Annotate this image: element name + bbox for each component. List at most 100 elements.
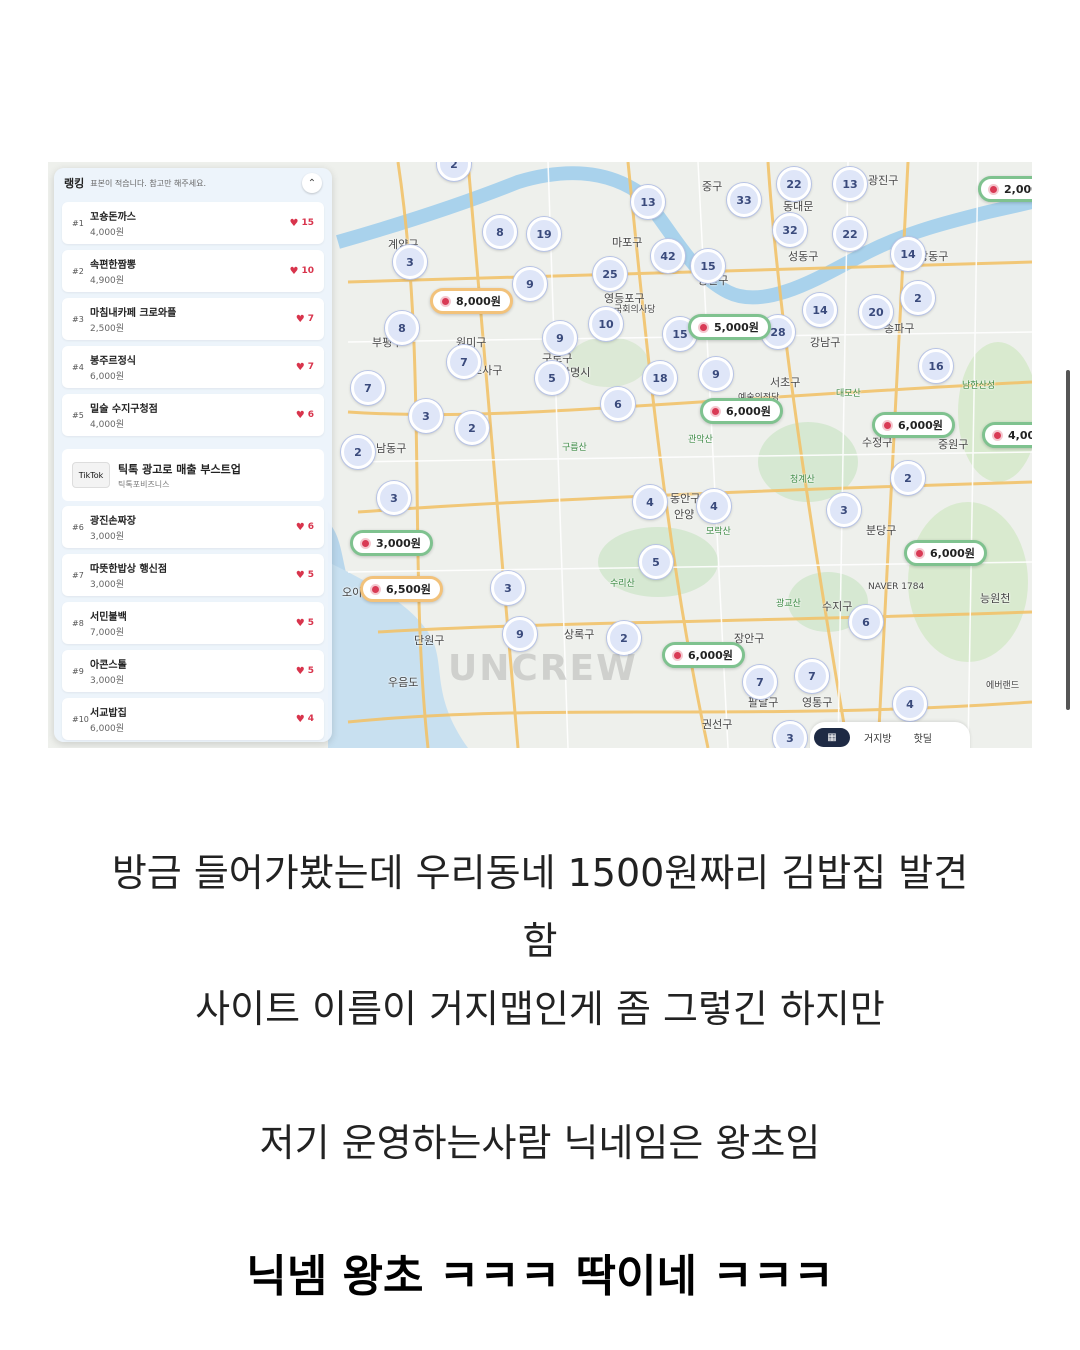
tab-hotdeal[interactable]: 핫딜 — [906, 726, 940, 749]
price-marker-label: 3,000원 — [376, 537, 421, 550]
map-cluster[interactable]: 3 — [409, 399, 443, 433]
price-marker[interactable]: 6,000원 — [904, 540, 987, 566]
heart-icon: ♥ — [295, 713, 305, 725]
restaurant-price: 6,000원 — [90, 372, 125, 382]
map-cluster[interactable]: 5 — [639, 545, 673, 579]
ranking-item[interactable]: #10 서교밥집 6,000원 ♥ 4 — [62, 698, 324, 740]
heart-icon: ♥ — [289, 265, 299, 277]
map-cluster[interactable]: 18 — [643, 361, 677, 395]
map-cluster[interactable]: 14 — [891, 237, 925, 271]
ranking-item[interactable]: #2 속편한짬뽕 4,900원 ♥ 10 — [62, 250, 324, 292]
map-cluster[interactable]: 3 — [773, 721, 807, 748]
price-marker[interactable]: 5,000원 — [688, 314, 771, 340]
place-label: 중원구 — [938, 438, 969, 451]
map-cluster[interactable]: 9 — [699, 357, 733, 391]
price-marker[interactable]: 8,000원 — [430, 288, 513, 314]
map-cluster[interactable]: 33 — [727, 183, 761, 217]
map-cluster[interactable]: 4 — [893, 687, 927, 721]
map-cluster[interactable]: 3 — [491, 571, 525, 605]
mountain-label: 남한산성 — [962, 381, 996, 391]
map-grid-icon[interactable]: ▦ — [814, 727, 850, 747]
map-cluster[interactable]: 9 — [543, 321, 577, 355]
like-count: ♥ 7 — [296, 314, 314, 325]
map-cluster[interactable]: 7 — [743, 665, 777, 699]
rank-number: #7 — [72, 570, 84, 580]
place-label: 성동구 — [788, 250, 819, 263]
price-marker[interactable]: 2,000 — [978, 176, 1032, 202]
restaurant-price: 3,000원 — [90, 580, 125, 590]
map-cluster[interactable]: 2 — [455, 411, 489, 445]
ranking-item[interactable]: #7 따뜻한밥상 행신점 3,000원 ♥ 5 — [62, 554, 324, 596]
map-cluster[interactable]: 25 — [593, 257, 627, 291]
tab-geojibang[interactable]: 거지방 — [856, 726, 900, 749]
map-cluster[interactable]: 13 — [833, 167, 867, 201]
price-marker[interactable]: 6,000원 — [662, 642, 745, 668]
price-marker[interactable]: 6,500원 — [360, 576, 443, 602]
map-cluster[interactable]: 20 — [859, 295, 893, 329]
ranking-note: 표본이 적습니다. 참고만 해주세요. — [90, 178, 207, 188]
map-cluster[interactable]: 3 — [827, 493, 861, 527]
map-cluster[interactable]: 10 — [589, 307, 623, 341]
price-marker[interactable]: 6,000원 — [872, 412, 955, 438]
ranking-item[interactable]: #6 광진손짜장 3,000원 ♥ 6 — [62, 506, 324, 548]
place-label: 상록구 — [564, 628, 595, 641]
map-cluster[interactable]: 2 — [341, 435, 375, 469]
map-cluster[interactable]: 16 — [919, 349, 953, 383]
mountain-label: 수리산 — [610, 579, 635, 589]
chevron-up-icon[interactable]: ⌃ — [302, 173, 322, 193]
place-label: 분당구 — [866, 524, 897, 537]
map-cluster[interactable]: 14 — [803, 293, 837, 327]
map-cluster[interactable]: 32 — [773, 213, 807, 247]
ranking-item[interactable]: #9 아콘스톨 3,000원 ♥ 5 — [62, 650, 324, 692]
price-marker[interactable]: 6,000원 — [700, 398, 783, 424]
map-cluster[interactable]: 2 — [901, 281, 935, 315]
price-marker-label: 6,000원 — [930, 547, 975, 560]
ad-banner[interactable]: TikTok 틱톡 광고로 매출 부스트업 틱톡포비즈니스 — [62, 449, 324, 501]
mountain-label: 모락산 — [706, 527, 731, 537]
map-cluster[interactable]: 42 — [651, 239, 685, 273]
restaurant-name: 아콘스톨 — [90, 660, 127, 671]
map-cluster[interactable]: 3 — [393, 245, 427, 279]
map-cluster[interactable]: 3 — [377, 481, 411, 515]
map-cluster[interactable]: 7 — [351, 371, 385, 405]
map-cluster[interactable]: 22 — [833, 217, 867, 251]
price-marker[interactable]: 4,00 — [982, 422, 1032, 448]
place-label: 중구 — [702, 180, 723, 193]
map-cluster[interactable]: 13 — [631, 185, 665, 219]
ranking-item[interactable]: #1 꼬숑돈까스 4,000원 ♥ 15 — [62, 202, 324, 244]
map-cluster[interactable]: 8 — [483, 215, 517, 249]
ranking-item[interactable]: #3 마침내카페 크로와플 2,500원 ♥ 7 — [62, 298, 324, 340]
price-marker-label: 6,500원 — [386, 583, 431, 596]
map-cluster[interactable]: 5 — [535, 361, 569, 395]
map-cluster[interactable]: 6 — [601, 387, 635, 421]
map-cluster[interactable]: 15 — [691, 249, 725, 283]
map-cluster[interactable]: 4 — [633, 485, 667, 519]
price-marker[interactable]: 3,000원 — [350, 530, 433, 556]
map-cluster[interactable]: 7 — [447, 345, 481, 379]
ranking-item[interactable]: #8 서민불백 7,000원 ♥ 5 — [62, 602, 324, 644]
map-cluster[interactable]: 6 — [849, 605, 883, 639]
price-marker-label: 2,000 — [1004, 182, 1032, 196]
like-count: ♥ 6 — [296, 410, 314, 421]
restaurant-name: 서교밥집 — [90, 708, 127, 719]
food-pin-icon — [370, 583, 381, 595]
map-cluster[interactable]: 7 — [795, 659, 829, 693]
place-label: 마포구 — [612, 236, 643, 249]
like-count-value: 7 — [307, 314, 314, 324]
map-cluster[interactable]: 22 — [777, 167, 811, 201]
like-count: ♥ 5 — [296, 618, 314, 629]
mountain-label: 대모산 — [836, 389, 861, 399]
map-cluster[interactable]: 19 — [527, 217, 561, 251]
map-cluster[interactable]: 4 — [697, 489, 731, 523]
scrollbar[interactable] — [1066, 370, 1070, 710]
map-cluster[interactable]: 8 — [385, 311, 419, 345]
map-cluster[interactable]: 2 — [891, 461, 925, 495]
map-cluster[interactable]: 9 — [503, 617, 537, 651]
ranking-item[interactable]: #4 봉주르정식 6,000원 ♥ 7 — [62, 346, 324, 388]
ranking-item[interactable]: #5 밀술 수지구청점 4,000원 ♥ 6 — [62, 394, 324, 436]
place-label: 권선구 — [702, 718, 733, 731]
map-cluster[interactable]: 2 — [437, 162, 471, 181]
restaurant-name: 서민불백 — [90, 612, 127, 623]
map-cluster[interactable]: 9 — [513, 267, 547, 301]
restaurant-name: 마침내카페 크로와플 — [90, 308, 177, 319]
